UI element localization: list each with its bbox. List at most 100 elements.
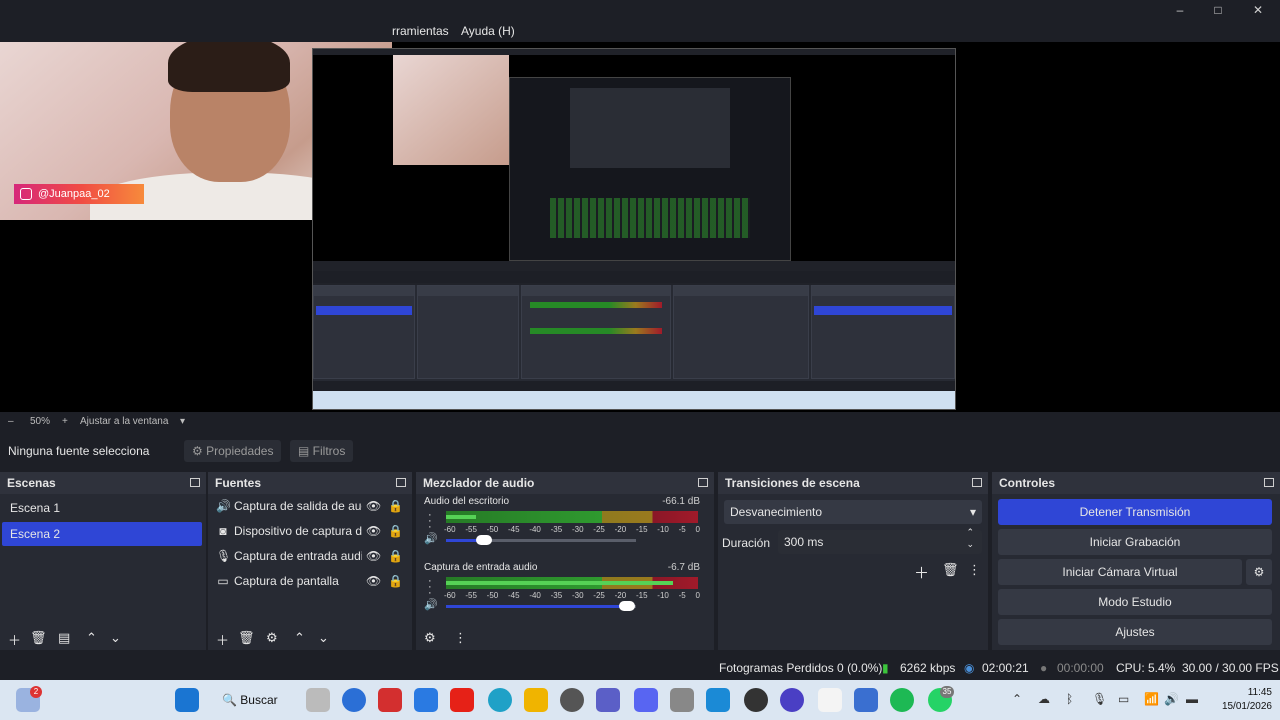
scene-item-selected[interactable]: Escena 2 [2, 522, 202, 546]
filters-label: Filtros [312, 444, 346, 458]
slider-knob[interactable] [618, 601, 635, 611]
app-icon[interactable] [780, 688, 804, 712]
gear-icon[interactable]: ⚙ [1246, 559, 1272, 585]
meter-tick: -40 [529, 525, 541, 534]
duration-input[interactable]: 300 ms ⌃ ⌄ [778, 527, 982, 554]
add-icon[interactable]: ＋ [216, 630, 229, 649]
stream-icon: ◉ [964, 661, 975, 675]
fit-window-label[interactable]: Ajustar a la ventana [80, 416, 168, 427]
arrow-down-icon[interactable]: ⌄ [318, 630, 329, 646]
arrow-up-icon[interactable]: ⌃ [86, 630, 97, 646]
edge-icon[interactable] [488, 688, 512, 712]
gear-icon[interactable]: ⚙ [266, 630, 278, 646]
app-icon[interactable] [342, 688, 366, 712]
chatgpt-icon[interactable] [560, 688, 584, 712]
trash-icon[interactable]: 🗑 [942, 562, 959, 578]
source-item[interactable]: ▭ Captura de pantalla 👁 🔒 [208, 569, 412, 594]
notepad-icon[interactable] [818, 688, 842, 712]
store-icon[interactable] [414, 688, 438, 712]
controls-title: Controles [999, 476, 1056, 490]
discord-icon[interactable] [634, 688, 658, 712]
volume-slider[interactable] [446, 535, 636, 545]
start-virtual-cam-button[interactable]: Iniciar Cámara Virtual [998, 559, 1242, 585]
task-view-icon[interactable] [306, 688, 330, 712]
dropped-frames: Fotogramas Perdidos 0 (0.0%) [719, 661, 883, 675]
menu-tools[interactable]: rramientas [392, 24, 449, 38]
microphone-icon[interactable]: 🎙 [1092, 692, 1107, 706]
advanced-audio-icon[interactable]: ⚙ [424, 630, 436, 646]
settings-icon[interactable] [670, 688, 694, 712]
snipping-icon[interactable] [706, 688, 730, 712]
kebab-menu-icon[interactable]: · · · [428, 510, 432, 533]
lock-icon[interactable]: 🔒 [388, 569, 403, 594]
trash-icon[interactable]: 🗑 [30, 630, 47, 646]
folder-icon[interactable] [524, 688, 548, 712]
eye-icon[interactable]: 👁 [366, 569, 381, 594]
transition-select[interactable]: Desvanecimiento ▾ [724, 500, 982, 524]
stop-stream-button[interactable]: Detener Transmisión [998, 499, 1272, 525]
popout-icon[interactable] [396, 478, 406, 487]
settings-button[interactable]: Ajustes [998, 619, 1272, 645]
battery-icon[interactable]: ▬ [1186, 692, 1198, 706]
eye-icon[interactable]: 👁 [366, 494, 381, 519]
studio-mode-button[interactable]: Modo Estudio [998, 589, 1272, 615]
kebab-menu-icon[interactable]: ⋮ [454, 630, 467, 646]
spotify-icon[interactable] [890, 688, 914, 712]
eye-icon[interactable]: 👁 [366, 544, 381, 569]
teams-icon[interactable] [596, 688, 620, 712]
speaker-icon[interactable]: 🔊 [1164, 692, 1179, 706]
preview-canvas[interactable]: @Juanpaa_02 [0, 42, 1280, 412]
lock-icon[interactable]: 🔒 [388, 494, 403, 519]
properties-button[interactable]: ⚙ Propiedades [184, 440, 282, 462]
antivirus-icon[interactable] [378, 688, 402, 712]
filter-icon[interactable]: ▤ [58, 630, 70, 646]
kebab-menu-icon[interactable]: ⋮ [968, 562, 981, 578]
slider-fill [446, 605, 627, 608]
volume-icon[interactable]: 🔊 [424, 532, 438, 545]
filters-button[interactable]: ▤ Filtros [290, 440, 354, 462]
cloud-icon[interactable]: ☁ [1038, 692, 1050, 706]
volume-slider[interactable] [446, 601, 636, 611]
obs-icon[interactable] [744, 688, 768, 712]
popout-icon[interactable] [1264, 478, 1274, 487]
wifi-icon[interactable]: 📶 [1144, 692, 1159, 706]
nested-dock-mixer [521, 285, 671, 379]
display-icon[interactable]: ▭ [1118, 692, 1129, 706]
lock-icon[interactable]: 🔒 [388, 544, 403, 569]
volume-icon[interactable]: 🔊 [424, 598, 438, 611]
menu-help[interactable]: Ayuda (H) [461, 24, 515, 38]
start-icon[interactable] [175, 688, 199, 712]
add-icon[interactable]: ＋ [8, 630, 21, 649]
monitor-icon: ▭ [217, 574, 229, 588]
chevron-up-icon[interactable]: ⌃ [1012, 692, 1022, 706]
zoom-in-button[interactable]: + [62, 416, 68, 427]
popout-icon[interactable] [972, 478, 982, 487]
slider-knob[interactable] [476, 535, 492, 545]
kebab-menu-icon[interactable]: · · · [428, 576, 432, 599]
scene-item[interactable]: Escena 1 [2, 496, 202, 520]
source-item[interactable]: 🔊 Captura de salida de audi 👁 🔒 [208, 494, 412, 519]
minimize-icon[interactable]: – [1168, 2, 1192, 18]
close-icon[interactable]: ✕ [1246, 2, 1270, 18]
lock-icon[interactable]: 🔒 [388, 519, 403, 544]
bluetooth-icon[interactable]: ᛒ [1066, 692, 1073, 706]
clock[interactable]: 11:45 15/01/2026 [1222, 686, 1272, 714]
arrow-up-icon[interactable]: ⌃ [294, 630, 305, 646]
start-recording-button[interactable]: Iniciar Grabación [998, 529, 1272, 555]
popout-icon[interactable] [698, 478, 708, 487]
youtube-icon[interactable] [450, 688, 474, 712]
eye-icon[interactable]: 👁 [366, 519, 381, 544]
search-button[interactable]: 🔍 Buscar [222, 688, 286, 712]
source-item[interactable]: ◙ Dispositivo de captura de 👁 🔒 [208, 519, 412, 544]
add-icon[interactable]: ＋ [914, 562, 929, 583]
maximize-icon[interactable]: □ [1206, 2, 1230, 18]
calculator-icon[interactable] [854, 688, 878, 712]
trash-icon[interactable]: 🗑 [238, 630, 255, 646]
chevron-down-icon[interactable]: ▾ [180, 416, 185, 427]
stepper-icon[interactable]: ⌃ ⌄ [966, 526, 974, 550]
popout-icon[interactable] [190, 478, 200, 487]
source-item[interactable]: 🎙 Captura de entrada audic 👁 🔒 [208, 544, 412, 569]
arrow-down-icon[interactable]: ⌄ [110, 630, 121, 646]
nested-window [509, 77, 791, 261]
zoom-out-button[interactable]: – [8, 416, 14, 427]
